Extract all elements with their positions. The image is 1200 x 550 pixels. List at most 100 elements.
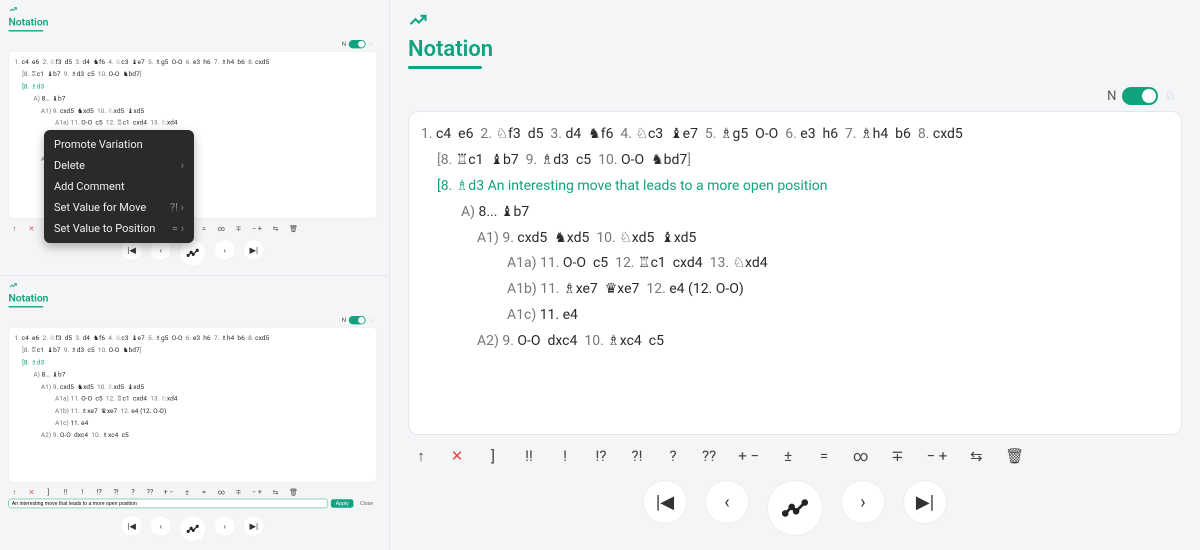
blunder-button[interactable]: ??	[702, 449, 716, 464]
moves-mainline[interactable]: 1. c4 e6 2. ♘f3 d5 3. d4 ♞f6 4. ♘c3 ♝e7 …	[15, 332, 371, 344]
promote-button[interactable]: ↑	[414, 449, 428, 464]
moves-var1[interactable]: [8. ♖c1 ♝b7 9. ♗d3 c5 10. O-O ♞bd7]	[421, 148, 1169, 174]
interesting-button[interactable]: !?	[96, 488, 103, 495]
title-underline	[8, 306, 43, 307]
close-button[interactable]: Close	[356, 499, 377, 507]
notation-toggle[interactable]	[349, 315, 366, 323]
moves-var2[interactable]: [8. ♗d3	[15, 356, 371, 368]
line-A1c[interactable]: A1c) 11. e4	[421, 303, 1169, 329]
delete-annotation-button[interactable]: ✕	[28, 225, 35, 232]
mistake-button[interactable]: ?	[666, 449, 680, 464]
line-A2[interactable]: A2) 9. O-O dxc4 10. ♗xc4 c5	[421, 329, 1169, 355]
line-A1b[interactable]: A1b) 11. ♗xe7 ♛xe7 12. e4 (12. O-O)	[421, 277, 1169, 303]
trash-button[interactable]: 🗑	[289, 488, 298, 495]
brilliant-button[interactable]: !!	[62, 488, 69, 495]
swap-button[interactable]: ⇆	[272, 488, 279, 495]
prev-move-button[interactable]: ‹	[150, 515, 171, 536]
moves-var2[interactable]: [8. ♗d3 An interesting move that leads t…	[421, 174, 1169, 200]
equal-button[interactable]: =	[201, 488, 208, 495]
last-move-button[interactable]: ▶|	[903, 480, 947, 524]
knight-icon: ♘	[1164, 89, 1176, 104]
annotation-toolbar: ↑ ✕]!!!!??!??? + − ± = ∞ ∓ − + ⇆ 🗑	[414, 449, 1176, 464]
white-slight-button[interactable]: + −	[164, 488, 174, 495]
notation-toggle[interactable]	[1122, 87, 1158, 105]
moves-var1[interactable]: [8. ♖c1 ♝b7 9. ♗d3 c5 10. O-O ♞bd7]	[15, 344, 371, 356]
promote-button[interactable]: ↑	[11, 488, 18, 495]
black-slight-button[interactable]: − +	[926, 449, 947, 464]
blunder-button[interactable]: ??	[147, 488, 154, 495]
brilliant-button[interactable]: !!	[522, 449, 536, 464]
unclear-button[interactable]: ∞	[853, 449, 868, 464]
app-logo-icon	[8, 5, 17, 14]
last-move-button[interactable]: ▶|	[243, 240, 264, 261]
equal-button[interactable]: =	[201, 225, 208, 232]
line-A1[interactable]: A1) 9. cxd5 ♞xd5 10. ♘xd5 ♝xd5	[15, 105, 371, 117]
notation-toggle[interactable]	[349, 40, 366, 48]
equal-button[interactable]: =	[817, 449, 831, 464]
title-underline	[408, 66, 482, 69]
notation-panel: Notation N ♘ 1. c4 e6 2. ♘f3 d5 3. d4 ♞f…	[390, 0, 1200, 550]
moves-mainline[interactable]: 1. c4 e6 2. ♘f3 d5 3. d4 ♞f6 4. ♘c3 ♝e7 …	[15, 56, 371, 68]
analysis-button[interactable]	[180, 240, 206, 266]
analysis-button[interactable]	[180, 515, 206, 541]
ctx-set-value-for-move[interactable]: Set Value for Move?! ›	[44, 197, 194, 218]
notation-mode-label: N	[1107, 89, 1116, 104]
line-A1[interactable]: A1) 9. cxd5 ♞xd5 10. ♘xd5 ♝xd5	[421, 226, 1169, 252]
next-move-button[interactable]: ›	[214, 515, 235, 536]
next-move-button[interactable]: ›	[841, 480, 885, 524]
promote-button[interactable]: ↑	[11, 225, 18, 232]
mistake-button[interactable]: ?	[130, 488, 137, 495]
knight-icon: ♘	[369, 316, 374, 323]
first-move-button[interactable]: |◀	[121, 515, 142, 536]
swap-button[interactable]: ⇆	[272, 225, 279, 232]
ctx-promote-variation[interactable]: Promote Variation	[44, 134, 194, 155]
moves-var1[interactable]: [8. ♖c1 ♝b7 9. ♗d3 c5 10. O-O ♞bd7]	[15, 69, 371, 81]
black-clear-button[interactable]: ∓	[235, 488, 242, 495]
black-slight-button[interactable]: − +	[252, 225, 262, 232]
line-A1a[interactable]: A1a) 11. O-O c5 12. ♖c1 cxd4 13. ♘xd4	[15, 117, 371, 129]
black-slight-button[interactable]: − +	[252, 488, 262, 495]
dubious-button[interactable]: ?!	[113, 488, 120, 495]
panel-title: Notation	[8, 292, 376, 304]
notation-mode-label: N	[342, 41, 346, 48]
ctx-add-comment[interactable]: Add Comment	[44, 176, 194, 197]
unclear-button[interactable]: ∞	[218, 488, 225, 495]
swap-button[interactable]: ⇆	[969, 449, 983, 464]
last-move-button[interactable]: ▶|	[243, 515, 264, 536]
panel-title: Notation	[408, 37, 1182, 62]
moves-var2[interactable]: [8. ♗d3	[15, 81, 371, 93]
title-underline	[8, 30, 43, 31]
trash-button[interactable]: 🗑	[289, 225, 298, 232]
white-clear-button[interactable]: ±	[184, 488, 191, 495]
first-move-button[interactable]: |◀	[643, 480, 687, 524]
end-variation-button[interactable]: ]	[45, 488, 52, 495]
good-button[interactable]: !	[558, 449, 572, 464]
black-clear-button[interactable]: ∓	[235, 225, 242, 232]
panel-title: Notation	[8, 16, 376, 28]
ctx-set-value-to-position[interactable]: Set Value to Position= ›	[44, 218, 194, 239]
app-logo-icon	[408, 10, 428, 30]
white-clear-button[interactable]: ±	[781, 449, 795, 464]
black-clear-button[interactable]: ∓	[890, 449, 904, 464]
prev-move-button[interactable]: ‹	[705, 480, 749, 524]
trash-button[interactable]: 🗑	[1005, 449, 1024, 464]
context-menu[interactable]: Promote VariationDelete›Add CommentSet V…	[44, 130, 194, 243]
ctx-delete[interactable]: Delete›	[44, 155, 194, 176]
comment-input[interactable]	[8, 498, 328, 507]
delete-annotation-button[interactable]: ✕	[450, 449, 464, 464]
delete-annotation-button[interactable]: ✕	[28, 488, 35, 495]
line-A[interactable]: A) 8... ♝b7	[421, 200, 1169, 226]
dubious-button[interactable]: ?!	[630, 449, 644, 464]
good-button[interactable]: !	[79, 488, 86, 495]
moves-card: 1. c4 e6 2. ♘f3 d5 3. d4 ♞f6 4. ♘c3 ♝e7 …	[408, 111, 1182, 435]
interesting-button[interactable]: !?	[594, 449, 608, 464]
analysis-button[interactable]	[767, 480, 823, 536]
line-A[interactable]: A) 8... ♝b7	[15, 93, 371, 105]
apply-button[interactable]: Apply	[331, 499, 353, 507]
white-slight-button[interactable]: + −	[738, 449, 759, 464]
unclear-button[interactable]: ∞	[218, 225, 225, 232]
line-A1a[interactable]: A1a) 11. O-O c5 12. ♖c1 cxd4 13. ♘xd4	[421, 251, 1169, 277]
moves-mainline[interactable]: 1. c4 e6 2. ♘f3 d5 3. d4 ♞f6 4. ♘c3 ♝e7 …	[421, 122, 1169, 148]
end-variation-button[interactable]: ]	[486, 449, 500, 464]
next-move-button[interactable]: ›	[214, 240, 235, 261]
